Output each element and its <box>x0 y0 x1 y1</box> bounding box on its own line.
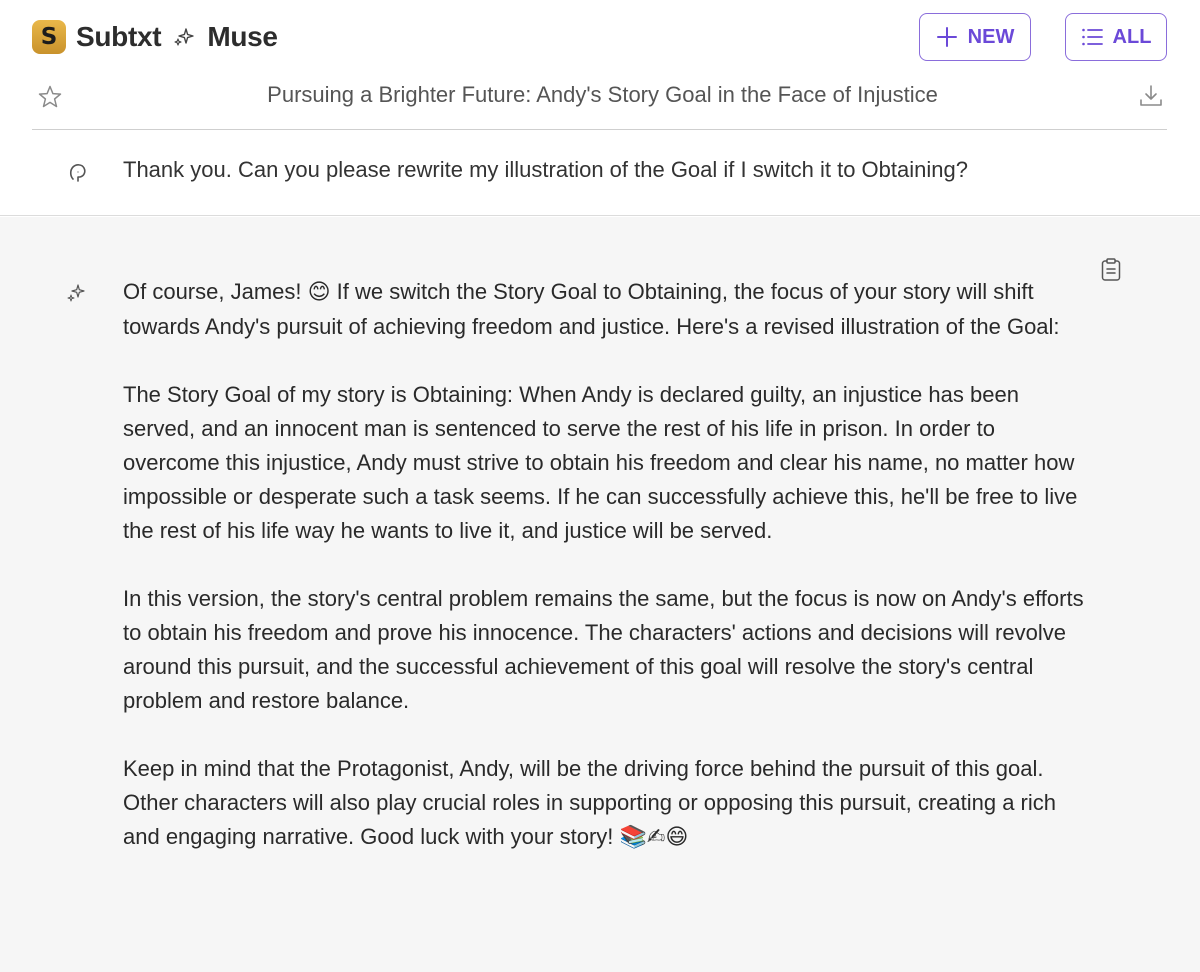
smiling-emoji: 😊 <box>307 280 331 305</box>
brand-name: Subtxt <box>76 21 162 52</box>
list-icon <box>1081 28 1103 46</box>
closing-emojis: 📚✍😄 <box>619 825 689 850</box>
logo-letter: S <box>40 23 58 50</box>
user-message-text: Thank you. Can you please rewrite my ill… <box>123 157 968 182</box>
top-bar: S Subtxt Muse NEW ALL <box>0 0 1200 72</box>
user-speech-icon <box>69 164 86 182</box>
paragraph-text: Of course, James! <box>123 279 308 304</box>
assistant-message-text: Of course, James! 😊 If we switch the Sto… <box>123 275 1088 889</box>
new-button[interactable]: NEW <box>919 13 1031 61</box>
brand-subtitle: Muse <box>207 21 278 52</box>
sparkle-icon <box>67 284 85 302</box>
assistant-paragraph-1: Of course, James! 😊 If we switch the Sto… <box>123 275 1088 344</box>
clipboard-icon[interactable] <box>1099 257 1123 283</box>
assistant-paragraph-2: The Story Goal of my story is Obtaining:… <box>123 382 1078 543</box>
sparkle-icon <box>174 28 195 46</box>
conversation-title: Pursuing a Brighter Future: Andy's Story… <box>267 82 938 107</box>
all-button-label: ALL <box>1112 25 1152 48</box>
download-icon[interactable] <box>1138 83 1164 109</box>
star-icon[interactable] <box>37 84 63 110</box>
brand[interactable]: S Subtxt Muse <box>32 20 278 54</box>
new-button-label: NEW <box>967 25 1015 48</box>
all-button[interactable]: ALL <box>1065 13 1167 61</box>
subtxt-logo-icon: S <box>32 20 66 54</box>
plus-icon <box>936 27 957 47</box>
paragraph-text: Keep in mind that the Protagonist, Andy,… <box>123 756 1056 849</box>
assistant-paragraph-3: In this version, the story's central pro… <box>123 586 1084 713</box>
assistant-paragraph-4: Keep in mind that the Protagonist, Andy,… <box>123 752 1088 855</box>
